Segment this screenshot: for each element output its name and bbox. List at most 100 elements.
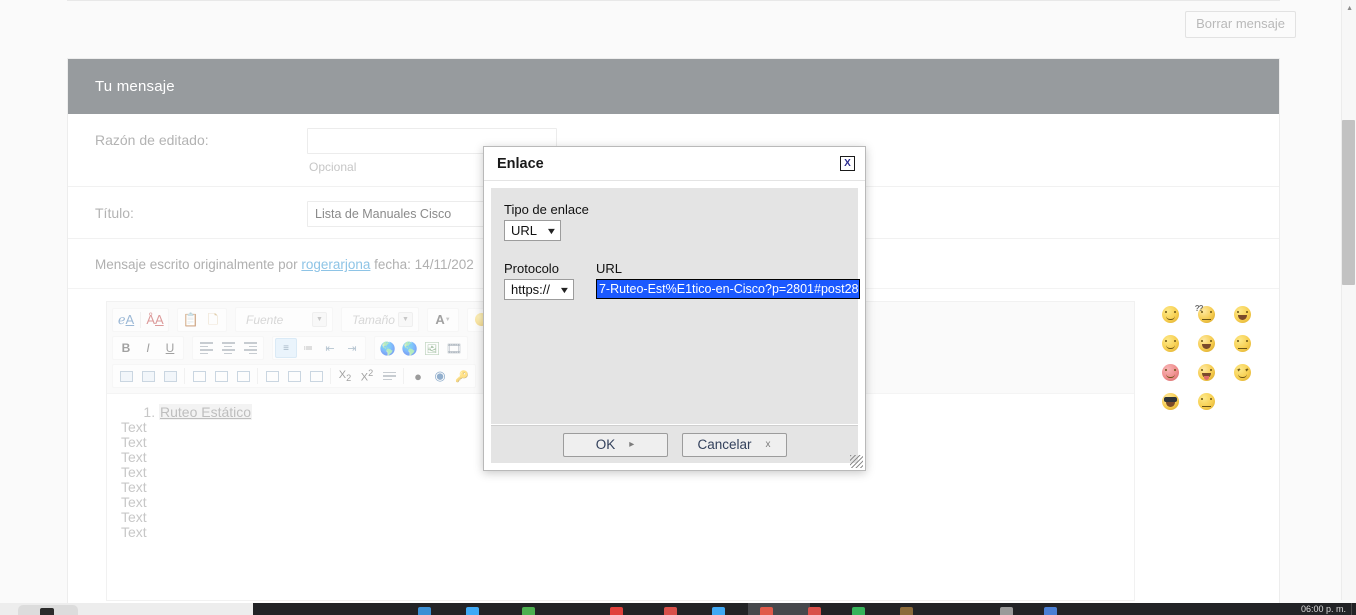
media-icon[interactable]: ◉ — [429, 366, 451, 386]
bold-icon[interactable]: B — [115, 338, 137, 358]
dialog-resize-grip[interactable] — [850, 455, 863, 468]
taskbar-icon-7[interactable] — [760, 607, 773, 615]
table-delete-icon[interactable] — [159, 366, 181, 386]
align-center-icon[interactable] — [217, 338, 239, 358]
question-marks-icon: ?? — [1195, 300, 1203, 317]
scroll-up-arrow-icon[interactable]: ▲ — [1346, 5, 1353, 12]
image-icon[interactable]: 🖼 — [421, 338, 443, 358]
editor-selected-link[interactable]: Ruteo Estático — [159, 404, 252, 420]
insert-column-right-icon[interactable] — [210, 366, 232, 386]
emoticon-panel: ?? — [1162, 301, 1279, 601]
author-username-link[interactable]: rogerarjona — [301, 257, 370, 272]
chevron-down-icon: ▼ — [398, 312, 413, 327]
emoticon-starstruck[interactable]: ✦✦ — [1234, 364, 1251, 381]
insert-row-icon[interactable] — [261, 366, 283, 386]
paste-icon[interactable]: 📋 — [180, 310, 202, 330]
link-icon[interactable]: 🌎 — [377, 338, 399, 358]
key-icon[interactable]: 🔑 — [451, 366, 473, 386]
show-desktop-button[interactable] — [1351, 603, 1352, 615]
spellcheck-icon[interactable]: ℯA — [115, 310, 137, 330]
panel-header: Tu mensaje — [68, 59, 1279, 114]
taskbar-icon-9[interactable] — [852, 607, 865, 615]
page-top-edge — [67, 0, 1280, 1]
spellcheck-off-icon[interactable]: ÅA — [144, 310, 166, 330]
taskbar-icon-12[interactable] — [1044, 607, 1057, 615]
link-type-label: Tipo de enlace — [504, 202, 845, 217]
toolbar-group-basic-styles: B I U — [112, 336, 184, 360]
indent-icon[interactable]: ⇥ — [341, 338, 363, 358]
panel-title: Tu mensaje — [95, 78, 175, 95]
font-size-combo[interactable]: Tamaño ▼ — [341, 307, 419, 332]
start-button[interactable] — [18, 605, 78, 615]
dialog-titlebar[interactable]: Enlace X — [484, 147, 865, 181]
link-dialog: Enlace X Tipo de enlace URL ▼ Protocolo … — [483, 146, 866, 471]
cancel-button[interactable]: Cancelar x — [682, 433, 787, 457]
protocol-group: Protocolo https:// ▼ — [504, 261, 574, 300]
emoticon-cool[interactable] — [1162, 393, 1179, 410]
italic-icon[interactable]: I — [137, 338, 159, 358]
taskbar-icon-8[interactable] — [808, 607, 821, 615]
link-type-value: URL — [511, 223, 537, 238]
toolbar-separator — [403, 368, 404, 384]
text-color-icon[interactable]: A▼ — [430, 310, 456, 330]
taskbar-icon-3[interactable] — [522, 607, 535, 615]
emoticon-tongue[interactable] — [1198, 364, 1215, 381]
taskbar-icon-5[interactable] — [664, 607, 677, 615]
toolbar-group-spellcheck: ℯA ÅA — [112, 308, 169, 332]
delete-message-button[interactable]: Borrar mensaje — [1185, 11, 1296, 38]
emoticon-confused[interactable]: ?? — [1198, 306, 1215, 323]
author-prefix: Mensaje escrito originalmente por — [95, 257, 301, 272]
cancel-button-hint-icon: x — [766, 439, 771, 450]
chevron-down-icon: ▼ — [546, 226, 558, 236]
emoticon-blush[interactable] — [1162, 364, 1179, 381]
table-icon[interactable] — [115, 366, 137, 386]
delete-column-icon[interactable] — [232, 366, 254, 386]
emoticon-sad[interactable] — [1234, 335, 1251, 352]
delete-row-icon[interactable] — [305, 366, 327, 386]
emoticon-laugh[interactable] — [1198, 335, 1215, 352]
video-icon[interactable]: 🎞 — [443, 338, 465, 358]
align-left-icon[interactable] — [195, 338, 217, 358]
paste-from-word-icon[interactable]: 🗋 — [202, 310, 224, 330]
page-scrollbar[interactable]: ▲ — [1341, 0, 1356, 600]
taskbar-icon-1[interactable] — [418, 607, 431, 615]
unlink-icon[interactable]: 🌎 — [399, 338, 421, 358]
taskbar-clock[interactable]: 06:00 p. m. — [1301, 604, 1346, 615]
font-family-combo[interactable]: Fuente ▼ — [235, 307, 333, 332]
protocol-select[interactable]: https:// ▼ — [504, 279, 574, 300]
emoticon-happy[interactable] — [1162, 335, 1179, 352]
editor-line: Text — [121, 525, 1120, 540]
emoticon-smile[interactable] — [1162, 306, 1179, 323]
subscript-icon[interactable]: X2 — [334, 366, 356, 386]
taskbar-active-window[interactable] — [748, 603, 810, 615]
outdent-icon[interactable]: ⇤ — [319, 338, 341, 358]
ok-button-hint-icon: ▸ — [629, 439, 634, 450]
url-input[interactable]: 7-Ruteo-Est%E1tico-en-Cisco?p=2801#post2… — [596, 279, 860, 299]
insert-row-below-icon[interactable] — [283, 366, 305, 386]
font-size-label: Tamaño — [352, 313, 395, 327]
close-icon[interactable]: X — [840, 156, 855, 171]
taskbar-icon-4[interactable] — [610, 607, 623, 615]
taskbar-icon-11[interactable] — [1000, 607, 1013, 615]
scrollbar-thumb[interactable] — [1342, 120, 1355, 285]
superscript-icon[interactable]: X2 — [356, 366, 378, 386]
horizontal-rule-icon[interactable] — [378, 366, 400, 386]
author-date: fecha: 14/11/202 — [370, 257, 473, 272]
no-parse-icon[interactable]: ● — [407, 366, 429, 386]
insert-column-left-icon[interactable] — [188, 366, 210, 386]
link-type-select[interactable]: URL ▼ — [504, 220, 561, 241]
taskbar-icon-2[interactable] — [466, 607, 479, 615]
emoticon-neutral[interactable] — [1198, 393, 1215, 410]
table-properties-icon[interactable] — [137, 366, 159, 386]
toolbar-group-paste: 📋 🗋 — [177, 308, 227, 332]
bulleted-list-icon[interactable]: ≔ — [297, 338, 319, 358]
emoticon-grin[interactable] — [1234, 306, 1251, 323]
taskbar-icon-6[interactable] — [712, 607, 725, 615]
chevron-down-icon: ▼ — [312, 312, 327, 327]
ok-button[interactable]: OK ▸ — [563, 433, 668, 457]
numbered-list-icon[interactable]: ≡ — [275, 338, 297, 358]
align-right-icon[interactable] — [239, 338, 261, 358]
cancel-button-label: Cancelar — [697, 437, 751, 452]
taskbar-icon-10[interactable] — [900, 607, 913, 615]
underline-icon[interactable]: U — [159, 338, 181, 358]
